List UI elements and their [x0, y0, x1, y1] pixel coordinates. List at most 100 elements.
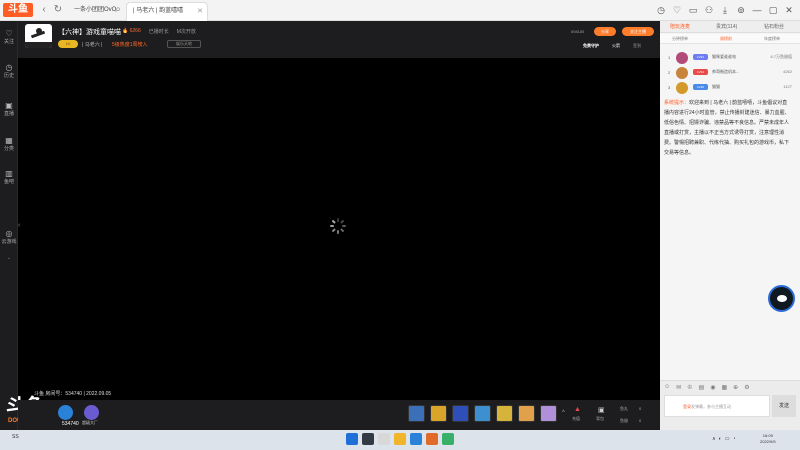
- tab-label: | 马老六 | 韵蓝嘻嘻: [133, 8, 184, 14]
- crown-icon[interactable]: ♔: [687, 384, 692, 391]
- douyu-app-icon[interactable]: [426, 433, 438, 445]
- gift-item[interactable]: [518, 405, 535, 422]
- sidebar-item-label: 关注: [3, 39, 14, 45]
- message-icon[interactable]: ▭: [687, 4, 699, 16]
- gift-item[interactable]: [430, 405, 447, 422]
- sidebar-item-history[interactable]: ◷ 历史: [0, 63, 18, 80]
- grid-icon[interactable]: ▦: [721, 384, 727, 391]
- backpack-icon[interactable]: ▣: [598, 406, 605, 414]
- video-player[interactable]: [18, 58, 660, 400]
- chat-input[interactable]: 登录发弹幕，参与主播互动: [664, 395, 770, 417]
- room-caption: 斗鱼 房间号：534740 | 2022.09.05: [34, 391, 112, 397]
- list-icon[interactable]: ▤: [699, 384, 705, 391]
- add-icon[interactable]: ⊕: [733, 384, 738, 391]
- windows-taskbar: SS ∧ ◐ ▭ ◔ 16:09 2022/9/5: [0, 430, 800, 450]
- subtab-week[interactable]: 周榜前: [720, 36, 732, 42]
- gift-item[interactable]: [540, 405, 557, 422]
- login-link[interactable]: 登录: [683, 404, 691, 409]
- close-tab-icon[interactable]: ✕: [197, 3, 203, 20]
- checkin-button[interactable]: 签到: [633, 43, 641, 49]
- emoji-icon[interactable]: ☺: [664, 384, 670, 391]
- gift-item[interactable]: [452, 405, 469, 422]
- sidebar-item-live[interactable]: ▣ 直播: [0, 101, 18, 118]
- super-factory-icon[interactable]: [84, 405, 99, 420]
- recharge-icon[interactable]: ▲: [574, 406, 581, 413]
- notice-heading: 系统提示：: [664, 100, 690, 106]
- volume-icon[interactable]: ◔: [732, 436, 735, 442]
- rank-text[interactable]: 5级热度1周榜入: [112, 41, 148, 48]
- refresh-icon[interactable]: ↻: [52, 4, 64, 16]
- gift-item[interactable]: [496, 405, 513, 422]
- sidebar-item-cloud-game[interactable]: ◎ 云游戏: [0, 229, 18, 246]
- more-gifts-icon[interactable]: ^: [562, 410, 565, 416]
- browser-icon[interactable]: [410, 433, 422, 445]
- taskbar-left-text: SS: [12, 434, 19, 440]
- chat-app-icon[interactable]: [442, 433, 454, 445]
- rank-number: 1: [668, 55, 671, 60]
- expand-icon[interactable]: ⌄: [0, 255, 18, 261]
- rank-row[interactable]: 2 LV34 帅哥制造机本... 4262: [660, 66, 800, 80]
- chat-panel: 陪玩连麦 贵宾(114) 钻石粉丝 分钟榜单 周榜前 年度榜单 1 LV34 猫…: [660, 21, 800, 430]
- streamer-avatar[interactable]: [25, 24, 52, 48]
- sidebar-item-label: 鱼吧: [3, 179, 14, 185]
- fans-button[interactable]: 火箭: [612, 43, 620, 49]
- share-button[interactable]: 分享: [594, 27, 616, 36]
- gear-icon[interactable]: ⚙: [744, 384, 749, 391]
- gift-item[interactable]: [408, 405, 425, 422]
- task-view-icon[interactable]: [378, 433, 390, 445]
- tab-companion[interactable]: 陪玩连麦: [670, 23, 690, 30]
- search-icon[interactable]: [362, 433, 374, 445]
- sidebar-item-yuba[interactable]: ▥ 鱼吧: [0, 169, 18, 186]
- rank-row[interactable]: 1 LV34 猫咪爱谁谁电 6.7万鱼翅值: [660, 51, 800, 65]
- settings-icon[interactable]: ⊚: [735, 4, 747, 16]
- sidebar-item-category[interactable]: ▦ 分类: [0, 136, 18, 153]
- subscribe-button[interactable]: 关注主播: [622, 27, 654, 36]
- fishball-icon[interactable]: [58, 405, 73, 420]
- yuwan-value: 0: [639, 406, 642, 411]
- backpack-button[interactable]: 背包: [596, 416, 604, 422]
- yuchi-value: 0: [639, 418, 642, 423]
- viewer-count: 698185: [571, 29, 585, 34]
- back-icon[interactable]: ‹: [38, 4, 50, 16]
- minimize-icon[interactable]: —: [751, 4, 763, 16]
- tab-vip[interactable]: 贵宾(114): [716, 23, 737, 30]
- tray-expand-icon[interactable]: ∧: [712, 436, 716, 442]
- douyu-logo[interactable]: 斗鱼: [3, 3, 33, 17]
- room-number-label: 534740: [62, 421, 79, 427]
- avatar-face: [777, 295, 787, 302]
- taskbar-clock[interactable]: 16:09 2022/9/5: [760, 433, 776, 445]
- file-explorer-icon[interactable]: [394, 433, 406, 445]
- send-button[interactable]: 发送: [772, 395, 796, 417]
- tab-diamond-fans[interactable]: 钻石粉丝: [764, 23, 784, 30]
- download-icon[interactable]: ⤓: [719, 4, 731, 16]
- recharge-button[interactable]: 充值: [572, 416, 580, 422]
- room-header: 【六神】游戏童喵喵 🔥 6266 已播时长 M次开放 LV | 马老六 | 5级…: [18, 21, 660, 58]
- tshirt-icon[interactable]: ⚇: [703, 4, 715, 16]
- sidebar-item-follow[interactable]: ♡ 关注: [0, 29, 18, 46]
- maximize-icon[interactable]: ▢: [767, 4, 779, 16]
- heart-icon[interactable]: ♡: [671, 4, 683, 16]
- message-icon[interactable]: ✉: [676, 384, 681, 391]
- floating-assistant-avatar[interactable]: [768, 285, 795, 312]
- close-window-icon[interactable]: ✕: [783, 4, 795, 16]
- tab-label: 一条小团团OvO: [74, 7, 117, 13]
- notice-body: 欢迎来到 | 马老六 | 韵蓝嘻嘻，斗鱼倡议对直播内容进行24小时监管，禁止传播…: [664, 100, 790, 156]
- rank-row[interactable]: 3 LV40 猫猫 1127: [660, 81, 800, 95]
- badge-icon[interactable]: ◉: [710, 384, 715, 391]
- clock-icon[interactable]: ◷: [655, 4, 667, 16]
- chat-toolbar: ☺ ✉ ♔ ▤ ◉ ▦ ⊕ ⚙: [664, 384, 750, 391]
- subtab-year[interactable]: 年度榜单: [764, 36, 780, 42]
- subtab-minute[interactable]: 分钟榜单: [672, 36, 688, 42]
- collapse-sidebar-icon[interactable]: ‹: [18, 222, 20, 229]
- tab-current[interactable]: | 马老六 | 韵蓝嘻嘻 ✕: [126, 2, 208, 21]
- anchor-name[interactable]: | 马老六 |: [82, 41, 102, 48]
- tab-search-icon[interactable]: ⌕: [112, 4, 124, 16]
- level-badge: LV: [58, 40, 78, 48]
- display-icon[interactable]: ▭: [725, 436, 730, 442]
- windows-start-icon[interactable]: [346, 433, 358, 445]
- category-button[interactable]: 娱乐天地: [167, 40, 201, 48]
- guard-button[interactable]: 免费守护: [583, 43, 599, 49]
- live-icon: ▣: [5, 101, 13, 110]
- gift-item[interactable]: [474, 405, 491, 422]
- network-icon[interactable]: ◐: [719, 436, 722, 442]
